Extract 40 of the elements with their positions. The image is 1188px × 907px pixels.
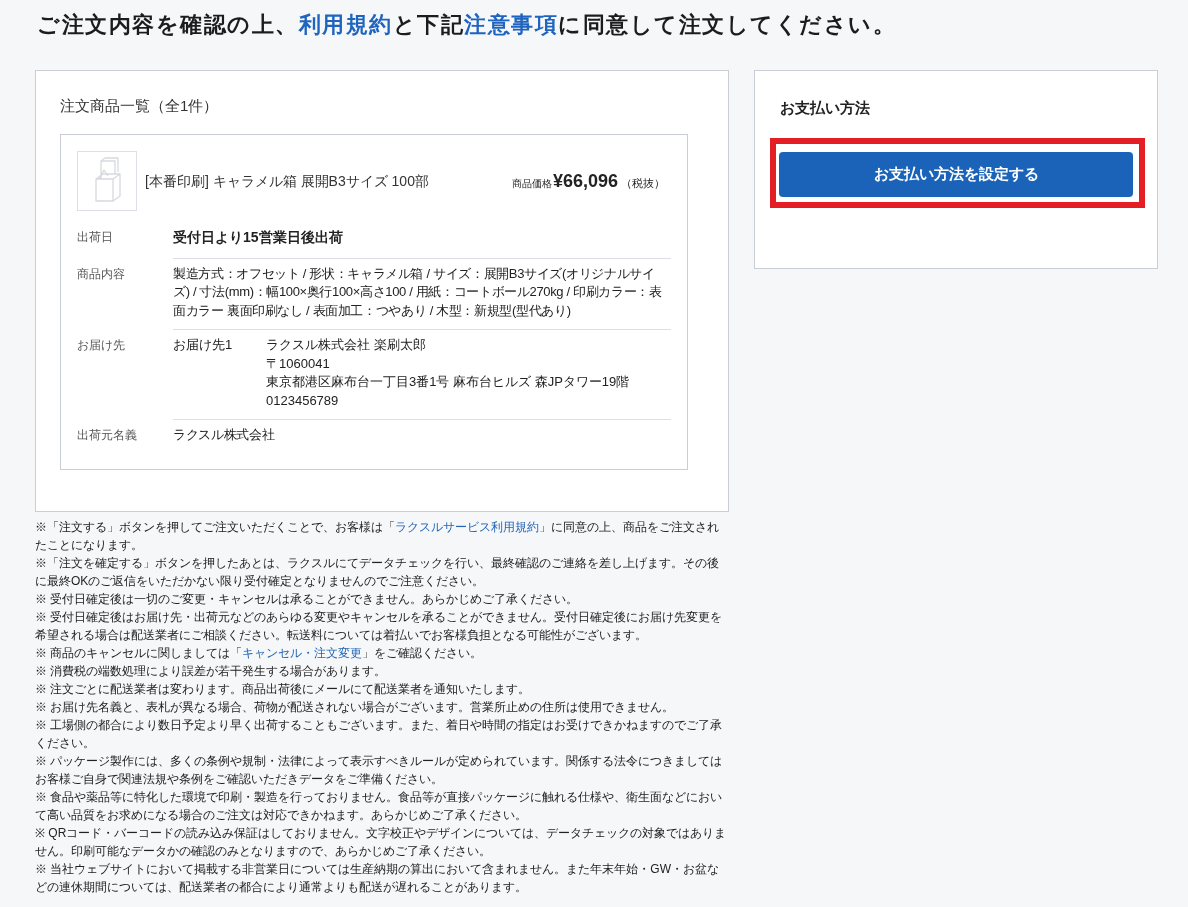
address-line: 〒1060041 (266, 355, 330, 371)
note-text: ※ お届け先名義と、表札が異なる場合、荷物が配送されない場合がございます。営業所止めの住所は使用できません。 (35, 698, 676, 716)
section-title: 注文商品一覧（全1件） (60, 97, 220, 115)
detail-value: ラクスル株式会社 (173, 427, 275, 442)
note-link[interactable]: キャンセル・注文変更 (242, 645, 363, 660)
detail-value: 製造方式：オフセット / 形状：キャラメル箱 / サイズ：展開B3サイズ(オリジナルサイズ) / 寸法(mm)：幅100×奥行100×高さ100 / 用紙：コートボール270kg / 印刷カラー：表面カラー 裏面印刷なし / 表面加工：つやあり / 木型：新規型(型代あり) (173, 265, 662, 318)
note-text: ※ 食品や薬品等に特化した環境で印刷・製造を行っておりません。食品等が直接パッケージに触れる仕様や、衛生面などにおいて高い品質をお求めになる場合のご注文は対応できかねます。あらかじめご了承ください。 (35, 788, 724, 824)
set-payment-button[interactable]: お支払い方法を設定する (779, 152, 1133, 197)
detail-label: お届け先 (77, 338, 125, 352)
detail-value: 受付日より15営業日後出荷 (173, 229, 343, 245)
address-line: ラクスル株式会社 楽刷太郎 (266, 337, 426, 352)
price-value: ¥66,096 (552, 170, 618, 192)
note-text: ※ 消費税の端数処理により誤差が若干発生する場合があります。 (35, 662, 388, 680)
note-text: ※ QRコード・バーコードの読み込み保証はしておりません。文字校正やデザインについては、データチェックの対象ではありません。印刷可能なデータかの確認のみとなりますので、あらかじめご了承ください。 (35, 824, 728, 860)
address-line: 東京都港区麻布台一丁目3番1号 麻布台ヒルズ 森JPタワー19階 (266, 374, 630, 389)
address-line: 0123456789 (266, 392, 339, 408)
heading-link[interactable]: 注意事項 (464, 10, 558, 40)
section-title: お支払い方法 (779, 99, 871, 117)
note-link[interactable]: ラクスルサービス利用規約 (395, 519, 539, 534)
detail-label: 出荷日 (77, 230, 113, 244)
note-text: ※ 当社ウェブサイトにおいて掲載する非営業日については生産納期の算出において含まれません。また年末年始・GW・お盆などの連休期間については、配送業者の都合により通常よりも配送が遅れることがあります。 (35, 860, 720, 896)
note-text: ※ パッケージ製作には、多くの条例や規制・法律によって表示すべきルールが定められています。関係する法令につきましてはお客様ご自身で関連法規や条例をご確認いただきデータをご準備ください。 (35, 752, 724, 788)
note-text: ※ 商品のキャンセルに関しましては「キャンセル・注文変更」をご確認ください。 (35, 644, 484, 662)
note-text: ※ 受付日確定後はお届け先・出荷元などのあらゆる変更やキャンセルを承ることができません。受付日確定後にお届け先変更を希望される場合は配送業者にご相談ください。転送料については着払いでお客様負担となる可能性がございます。 (35, 608, 724, 644)
box-icon (77, 151, 137, 211)
price-label: 商品価格 (511, 176, 552, 191)
note-text: ※ 受付日確定後は一切のご変更・キャンセルは承ることができません。あらかじめご了承ください。 (35, 590, 580, 608)
heading-text: ご注文内容を確認の上、 (37, 11, 299, 39)
recipient-label: お届け先1 (173, 337, 233, 352)
heading-link[interactable]: 利用規約 (298, 10, 393, 40)
note-text: ※「注文する」ボタンを押してご注文いただくことで、お客様は「ラクスルサービス利用規約」に同意の上、商品をご注文されたことになります。 (35, 518, 720, 554)
detail-label: 商品内容 (77, 266, 125, 281)
heading-text: に同意して注文してください。 (558, 11, 896, 39)
tax-note: （税抜） (621, 175, 665, 191)
product-name: [本番印刷] キャラメル箱 展開B3サイズ 100部 (145, 172, 430, 190)
note-text: ※ 工場側の都合により数日予定より早く出荷することもございます。また、着日や時間の指定はお受けできかねますのでご了承ください。 (35, 716, 724, 752)
heading-text: と下記 (392, 11, 464, 39)
note-text: ※「注文を確定する」ボタンを押したあとは、ラクスルにてデータチェックを行い、最終確認のご連絡を差し上げます。その後に最終OKのご返信をいただかない限り受付確定となりませんのでご注意ください。 (35, 554, 720, 590)
detail-label: 出荷元名義 (77, 428, 137, 442)
note-text: ※ 注文ごとに配送業者は変わります。商品出荷後にメールにて配送業者を通知いたします。 (35, 680, 532, 698)
